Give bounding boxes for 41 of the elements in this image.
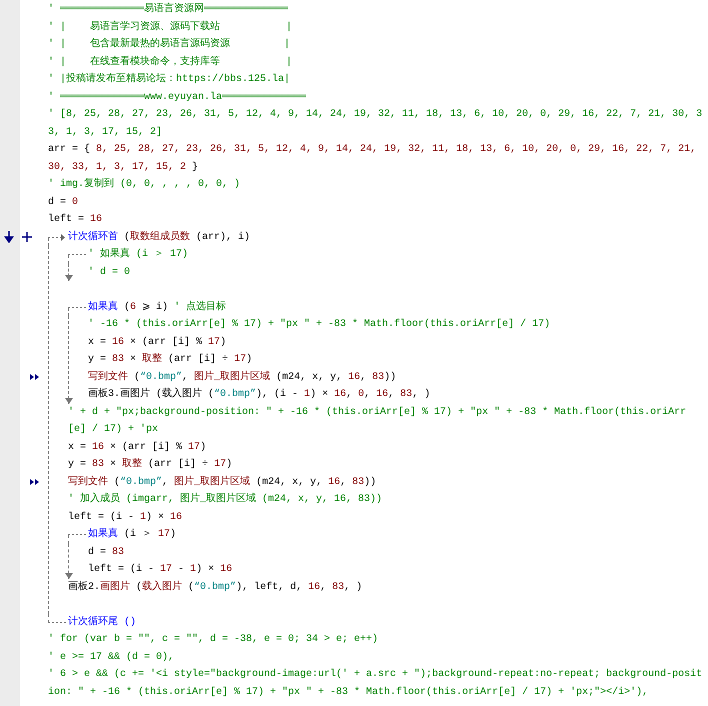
code-line: left = 16 [48, 212, 104, 227]
down-arrow-icon [4, 231, 14, 244]
code-line: d = 83 [88, 546, 126, 560]
comment-line: ' | 在线查看模块命令，支持库等 | [48, 54, 294, 70]
code-line: 如果真 (i ＞ 17) [88, 526, 178, 542]
code-line: x = 16 × (arr [i] % 17) [68, 440, 208, 454]
code-line: 画板3.画图片 (载入图片 (“0.bmp”), (i - 1) × 16, 0, 16, 83, ) [88, 386, 432, 402]
code-line: 计次循环首 (取数组成员数 (arr), i) [68, 228, 704, 246]
code-line: 如果真 (6 ⩾ i) ' 点选目标 [88, 300, 228, 314]
block-end-arrow-icon [64, 398, 72, 404]
comment-line: ' 6 > e && (c += '<i style="background-image:url(' + a.src + ");background-repeat:no-repeat; background-position: " + -16 * (this.oriArr[e] % 17) + "px " + -83 * Math.floor(this.oriArr[e] / 17) + 'px;"></i>'), [48, 668, 704, 700]
plus-icon[interactable] [22, 232, 32, 242]
comment-line: ' 加入成员 (imgarr, 图片_取图片区域 (m24, x, y, 16, 83)) [68, 492, 384, 507]
comment-line: ' + d + "px;background-position: " + -16 * (this.oriArr[e] % 17) + "px " + -83 * Math.floor(this.oriArr[e] / 17) + 'px [68, 406, 688, 437]
comment-line: ' d = 0 [88, 266, 132, 280]
code-line: left = (i - 17 - 1) × 16 [88, 562, 234, 577]
double-arrow-icon [30, 479, 39, 486]
code-line: y = 83 × 取整 (arr [i] ÷ 17) [68, 457, 234, 472]
double-arrow-icon [30, 374, 39, 380]
comment-line: ' | 易语言学习资源、源码下载站 | [48, 20, 294, 34]
code-line: d = 0 [48, 196, 80, 210]
code-line: arr = { 8, 25, 28, 27, 23, 26, 31, 5, 12, 4, 9, 14, 24, 19, 32, 11, 18, 13, 6, 10, 20, 0, 29, 16, 22, 7, 21, 30, 33, 1, 3, 17, 15, 2 } [48, 142, 698, 174]
code-line: 写到文件 (“0.bmp”, 图片_取图片区域 (m24, x, y, 16, 83)) [88, 368, 704, 386]
code-line: y = 83 × 取整 (arr [i] ÷ 17) [88, 352, 254, 367]
comment-line: ' ══════════════易语言资源网══════════════ [48, 2, 290, 17]
comment-line: ' 如果真 (i ＞ 17) [88, 246, 190, 262]
comment-line: ' |投稿请发布至精易论坛：https://bbs.125.la| [48, 72, 292, 87]
code-line: left = (i - 1) × 16 [68, 510, 184, 524]
comment-line: ' for (var b = "", c = "", d = -38, e = 0; 34 > e; e++) [48, 632, 380, 647]
code-line: 计次循环尾 () [68, 614, 138, 630]
block-end-arrow-icon [64, 572, 72, 578]
block-end-arrow-icon [64, 275, 72, 281]
comment-line: ' img.复制到 (0, 0, , , , 0, 0, ) [48, 176, 242, 192]
code-line: 写到文件 (“0.bmp”, 图片_取图片区域 (m24, x, y, 16, 83)) [68, 474, 704, 491]
code-line: x = 16 × (arr [i] % 17) [88, 336, 228, 350]
code-line: 画板2.画图片 (载入图片 (“0.bmp”), left, d, 16, 83, ) [68, 580, 364, 594]
comment-line: ' | 包含最新最热的易语言源码资源 | [48, 36, 292, 52]
comment-line: ' ══════════════www.eyuyan.la══════════════ [48, 90, 308, 104]
comment-line: ' -16 * (this.oriArr[e] % 17) + "px " + -83 * Math.floor(this.oriArr[e] / 17) [88, 318, 552, 332]
comment-line: ' e >= 17 && (d = 0), [48, 650, 176, 664]
comment-line: ' [8, 25, 28, 27, 23, 26, 31, 5, 12, 4, 9, 14, 24, 19, 32, 11, 18, 13, 6, 10, 20, 0, 29, 16, 22, 7, 21, 30, 33, 1, 3, 17, 15, 2] [48, 108, 704, 140]
